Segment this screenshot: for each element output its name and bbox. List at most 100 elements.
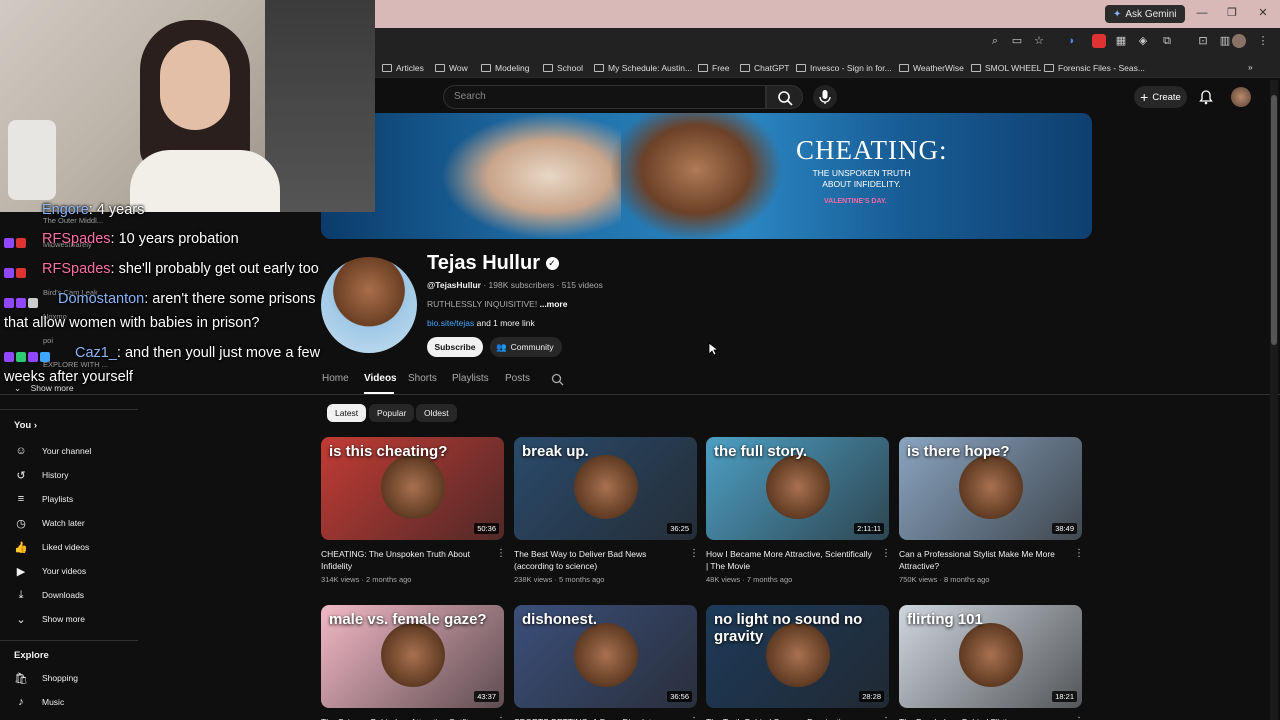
video-thumbnail[interactable]: break up. 36:25 (514, 437, 697, 540)
video-title[interactable]: CHEATING: The Unspoken Truth About Infid… (321, 548, 491, 572)
notifications-button[interactable] (1198, 89, 1214, 105)
voice-search-button[interactable] (813, 85, 837, 109)
bookmark-item[interactable]: Articles (382, 61, 424, 75)
subscription-item[interactable]: EXPLORE WITH ... (43, 360, 108, 369)
sidebar-item-label: Shopping (42, 673, 78, 683)
sidebar-item-label: Watch later (42, 518, 85, 528)
video-menu-icon[interactable]: ⋮ (881, 548, 891, 559)
extensions-icon[interactable]: ⧉ (1160, 34, 1174, 48)
sidebar-item-show-more[interactable]: ⌄ Show more (14, 611, 85, 627)
sidebar-item-history[interactable]: ↺ History (14, 467, 68, 483)
chat-text: : and then youll just move a few (116, 345, 321, 361)
video-duration: 50:36 (474, 523, 499, 534)
bookmark-item[interactable]: WeatherWise (899, 61, 964, 75)
video-title[interactable]: The Best Way to Deliver Bad News (accord… (514, 548, 684, 572)
search-button[interactable] (766, 85, 803, 109)
chip-latest[interactable]: Latest (327, 404, 367, 422)
channel-link[interactable]: bio.site/tejas (427, 318, 474, 328)
sidebar-item-shopping[interactable]: 🛍 Shopping (14, 670, 78, 686)
ask-gemini-button[interactable]: ✦ Ask Gemini (1105, 5, 1185, 23)
extension-icon[interactable]: ◗ (1065, 34, 1079, 48)
video-title[interactable]: How I Became More Attractive, Scientific… (706, 548, 876, 572)
video-title[interactable]: The Psychology Behind Flirting (899, 716, 1069, 720)
video-menu-icon[interactable]: ⋮ (1074, 716, 1084, 720)
bookmark-item[interactable]: ChatGPT (740, 61, 789, 75)
video-thumbnail[interactable]: is this cheating? 50:36 (321, 437, 504, 540)
bookmark-star-icon[interactable]: ☆ (1032, 34, 1046, 48)
video-title[interactable]: SPORTS BETTING: A Deep Dive Into (514, 716, 684, 720)
scrollbar-thumb[interactable] (1271, 95, 1277, 345)
sidebar-item-your-channel[interactable]: ☺ Your channel (14, 443, 91, 459)
badge-icon (4, 267, 14, 278)
profile-avatar-icon[interactable] (1232, 34, 1246, 48)
tab-shorts[interactable]: Shorts (408, 373, 437, 384)
bookmark-item[interactable]: School (543, 61, 583, 75)
search-input[interactable]: Search (443, 85, 766, 109)
music-icon: ♪ (18, 696, 24, 708)
video-menu-icon[interactable]: ⋮ (881, 716, 891, 720)
video-title[interactable]: Can a Professional Stylist Make Me More … (899, 548, 1069, 572)
sidebar-item-playlists[interactable]: ≡ Playlists (14, 491, 73, 507)
bookmark-item[interactable]: Modeling (481, 61, 530, 75)
account-avatar[interactable] (1231, 87, 1251, 107)
tab-posts[interactable]: Posts (505, 373, 530, 384)
sidebar-item-music[interactable]: ♪ Music (14, 694, 64, 710)
tab-home[interactable]: Home (322, 373, 349, 384)
subscribe-button[interactable]: Subscribe (427, 337, 483, 357)
bookmark-item[interactable]: Forensic Files - Seas... (1044, 61, 1145, 75)
video-thumbnail[interactable]: is there hope? 38:49 (899, 437, 1082, 540)
video-thumbnail[interactable]: male vs. female gaze? 43:37 (321, 605, 504, 708)
split-view-icon[interactable]: ⊡ (1196, 34, 1210, 48)
bookmark-item[interactable]: My Schedule: Austin... (594, 61, 692, 75)
video-menu-icon[interactable]: ⋮ (1074, 548, 1084, 559)
bookmark-item[interactable]: Invesco - Sign in for... (796, 61, 892, 75)
sidepanel-icon[interactable]: ▥ (1218, 34, 1232, 48)
bookmark-item[interactable]: SMOL WHEEL (971, 61, 1041, 75)
video-thumbnail[interactable]: dishonest. 36:56 (514, 605, 697, 708)
bookmark-item[interactable]: Wow (435, 61, 468, 75)
video-thumbnail[interactable]: flirting 101 18:21 (899, 605, 1082, 708)
video-title[interactable]: The Science Behind an Attractive Outfit (321, 716, 491, 720)
chip-popular[interactable]: Popular (369, 404, 415, 422)
banner-man-image (611, 113, 781, 239)
sidebar-item-liked-videos[interactable]: 👍 Liked videos (14, 539, 89, 555)
video-menu-icon[interactable]: ⋮ (496, 548, 506, 559)
description-more-link[interactable]: ...more (540, 299, 568, 309)
video-menu-icon[interactable]: ⋮ (689, 716, 699, 720)
create-button[interactable]: + Create (1134, 86, 1187, 108)
extension-badge-icon[interactable] (1092, 34, 1106, 48)
subscription-item[interactable]: poi (43, 336, 53, 345)
sidebar-item-your-videos[interactable]: ▶ Your videos (14, 563, 86, 579)
channel-search-button[interactable] (551, 373, 564, 386)
maximize-button[interactable]: ❐ (1224, 5, 1240, 21)
tab-search-icon[interactable]: ▦ (1114, 34, 1128, 48)
sidebar-item-label: Show more (42, 614, 85, 624)
sidebar-item-watch-later[interactable]: ◷ Watch later (14, 515, 85, 531)
video-menu-icon[interactable]: ⋮ (496, 716, 506, 720)
chip-oldest[interactable]: Oldest (416, 404, 457, 422)
sidebar-you-header[interactable]: You › (14, 420, 37, 431)
cast-icon[interactable]: ▭ (1010, 34, 1024, 48)
bookmark-label: Free (712, 63, 730, 73)
video-title[interactable]: The Truth Behind Sensory Deprivation (706, 716, 876, 720)
video-menu-icon[interactable]: ⋮ (689, 548, 699, 559)
sidebar-item-downloads[interactable]: ⤓ Downloads (14, 587, 85, 603)
video-thumbnail[interactable]: the full story. 2:11:11 (706, 437, 889, 540)
video-duration: 2:11:11 (854, 523, 884, 534)
folder-icon (971, 64, 981, 72)
bookmark-label: Wow (449, 63, 468, 73)
more-links[interactable]: and 1 more link (477, 318, 535, 328)
tab-videos[interactable]: Videos (364, 373, 397, 384)
minimize-button[interactable]: — (1194, 5, 1210, 21)
more-bookmarks-icon[interactable]: » (1248, 60, 1253, 74)
zoom-icon[interactable]: ⌕ (988, 34, 1002, 48)
channel-avatar[interactable] (321, 257, 417, 353)
extension-puzzle-icon[interactable]: ◈ (1136, 34, 1150, 48)
community-button[interactable]: 👥 Community (490, 337, 562, 357)
bookmark-item[interactable]: Free (698, 61, 729, 75)
video-thumbnail[interactable]: no light no sound no gravity 28:28 (706, 605, 889, 708)
tab-playlists[interactable]: Playlists (452, 373, 489, 384)
menu-dots-icon[interactable]: ⋮ (1256, 34, 1270, 48)
video-duration: 28:28 (859, 691, 884, 702)
close-window-button[interactable]: ✕ (1255, 5, 1271, 21)
